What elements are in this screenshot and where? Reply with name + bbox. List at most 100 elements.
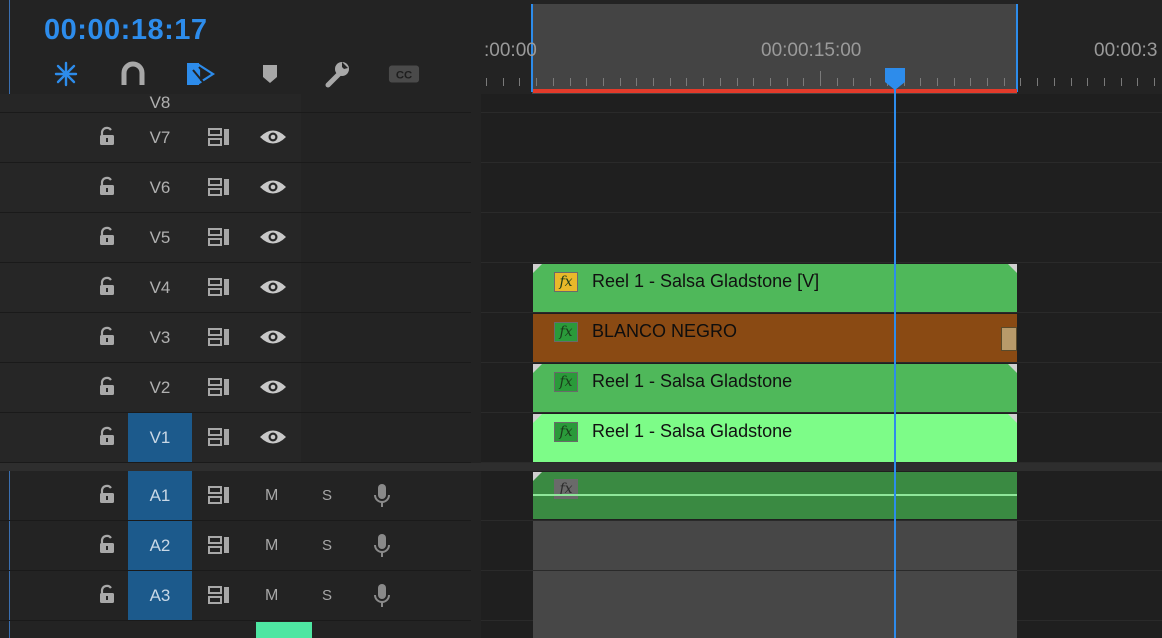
clip-v1[interactable]: fx Reel 1 - Salsa Gladstone xyxy=(533,414,1017,462)
track-header-a2: A2 M S xyxy=(0,521,471,571)
track-label-v7[interactable]: V7 xyxy=(128,113,192,162)
track-label-a3[interactable]: A3 xyxy=(128,571,192,620)
clip-v4[interactable]: fx Reel 1 - Salsa Gladstone [V] xyxy=(533,264,1017,312)
track-label-v4[interactable]: V4 xyxy=(128,263,192,312)
fx-badge-icon[interactable]: fx xyxy=(554,422,578,442)
ruler-tick xyxy=(653,78,654,86)
track-label-v8[interactable]: V8 xyxy=(128,94,192,112)
track-header-a1: A1 M S xyxy=(0,471,471,521)
ruler-label: 00:00:15:00 xyxy=(761,40,862,61)
sync-lock-icon[interactable] xyxy=(207,177,231,197)
track-label-v6[interactable]: V6 xyxy=(128,163,192,212)
track-label-v3[interactable]: V3 xyxy=(128,313,192,362)
fx-badge-icon[interactable]: fx xyxy=(554,372,578,392)
track-lane-v6[interactable] xyxy=(481,163,1162,213)
track-header-v4: V4 xyxy=(0,263,471,313)
ruler-tick xyxy=(853,78,854,86)
playhead-line[interactable] xyxy=(894,88,896,638)
ruler-tick xyxy=(1071,78,1072,86)
solo-button[interactable]: S xyxy=(322,571,332,620)
clip-v2[interactable]: fx Reel 1 - Salsa Gladstone xyxy=(533,364,1017,412)
transition-icon[interactable] xyxy=(1001,327,1017,351)
volume-rubber-band[interactable] xyxy=(533,494,1017,496)
sync-lock-icon[interactable] xyxy=(207,227,231,247)
track-header-v5: V5 xyxy=(0,213,471,263)
eye-icon[interactable] xyxy=(259,378,287,396)
sync-lock-icon[interactable] xyxy=(207,535,231,555)
track-label-v5[interactable]: V5 xyxy=(128,213,192,262)
ruler-tick xyxy=(1054,78,1055,86)
sync-lock-icon[interactable] xyxy=(207,485,231,505)
captions-icon[interactable]: CC xyxy=(388,58,420,90)
clip-a1[interactable]: fx xyxy=(533,472,1017,519)
clip-name: Reel 1 - Salsa Gladstone xyxy=(592,371,793,391)
eye-icon[interactable] xyxy=(259,228,287,246)
ruler-tick xyxy=(1087,78,1088,86)
playhead-timecode[interactable]: 00:00:18:17 xyxy=(44,14,208,47)
lock-icon[interactable] xyxy=(98,426,116,446)
lock-icon[interactable] xyxy=(98,484,116,504)
work-area-end-handle[interactable] xyxy=(1016,4,1018,92)
track-lane-v5[interactable] xyxy=(481,213,1162,263)
lock-icon[interactable] xyxy=(98,376,116,396)
ruler-tick xyxy=(787,78,788,86)
fx-badge-icon[interactable]: fx xyxy=(554,479,578,499)
fx-badge-icon[interactable]: fx xyxy=(554,322,578,342)
microphone-icon[interactable] xyxy=(373,583,391,609)
ruler-tick xyxy=(1154,78,1155,86)
sync-lock-icon[interactable] xyxy=(207,327,231,347)
lock-icon[interactable] xyxy=(98,584,116,604)
audio-region-a2[interactable] xyxy=(533,521,1017,570)
solo-button[interactable]: S xyxy=(322,521,332,570)
track-header-v3: V3 xyxy=(0,313,471,363)
mute-button[interactable]: M xyxy=(265,471,278,520)
lock-icon[interactable] xyxy=(98,534,116,554)
ruler-tick xyxy=(987,78,988,86)
lock-icon[interactable] xyxy=(98,326,116,346)
eye-icon[interactable] xyxy=(259,278,287,296)
sync-lock-icon[interactable] xyxy=(207,427,231,447)
ruler-tick xyxy=(954,78,955,86)
track-label-a1[interactable]: A1 xyxy=(128,471,192,520)
eye-icon[interactable] xyxy=(259,328,287,346)
add-marker-icon[interactable] xyxy=(254,58,286,90)
lock-icon[interactable] xyxy=(98,176,116,196)
lock-icon[interactable] xyxy=(98,276,116,296)
linked-selection-icon[interactable] xyxy=(184,58,216,90)
microphone-icon[interactable] xyxy=(373,483,391,509)
track-label-v1[interactable]: V1 xyxy=(128,413,192,462)
track-header-a4-partial[interactable] xyxy=(256,622,312,638)
eye-icon[interactable] xyxy=(259,178,287,196)
captions-label: CC xyxy=(396,70,412,82)
audio-region-a3[interactable] xyxy=(533,571,1017,638)
mute-button[interactable]: M xyxy=(265,521,278,570)
mute-button[interactable]: M xyxy=(265,571,278,620)
playhead-handle-icon[interactable] xyxy=(884,67,906,91)
solo-button[interactable]: S xyxy=(322,471,332,520)
track-header-v6: V6 xyxy=(0,163,471,213)
track-label-a2[interactable]: A2 xyxy=(128,521,192,570)
microphone-icon[interactable] xyxy=(373,533,391,559)
clip-name: Reel 1 - Salsa Gladstone xyxy=(592,421,793,441)
settings-wrench-icon[interactable] xyxy=(321,58,353,90)
snap-magnet-icon[interactable] xyxy=(117,58,149,90)
sync-lock-icon[interactable] xyxy=(207,277,231,297)
lock-icon[interactable] xyxy=(98,226,116,246)
ruler-label: :00:00 xyxy=(484,40,537,61)
fx-badge-icon[interactable]: fx xyxy=(554,272,578,292)
sync-lock-icon[interactable] xyxy=(207,377,231,397)
eye-icon[interactable] xyxy=(259,128,287,146)
lock-icon[interactable] xyxy=(98,126,116,146)
track-lane-v7[interactable] xyxy=(481,113,1162,163)
ruler-tick xyxy=(803,78,804,86)
clip-v3[interactable]: fx BLANCO NEGRO xyxy=(533,314,1017,362)
track-lane-v8[interactable] xyxy=(481,94,1162,113)
eye-icon[interactable] xyxy=(259,428,287,446)
sync-lock-icon[interactable] xyxy=(207,127,231,147)
nest-sequence-icon[interactable] xyxy=(50,58,82,90)
video-audio-divider[interactable] xyxy=(0,463,1162,471)
sync-lock-icon[interactable] xyxy=(207,585,231,605)
track-label-v2[interactable]: V2 xyxy=(128,363,192,412)
clip-name: Reel 1 - Salsa Gladstone [V] xyxy=(592,271,820,291)
ruler-tick xyxy=(536,78,537,86)
